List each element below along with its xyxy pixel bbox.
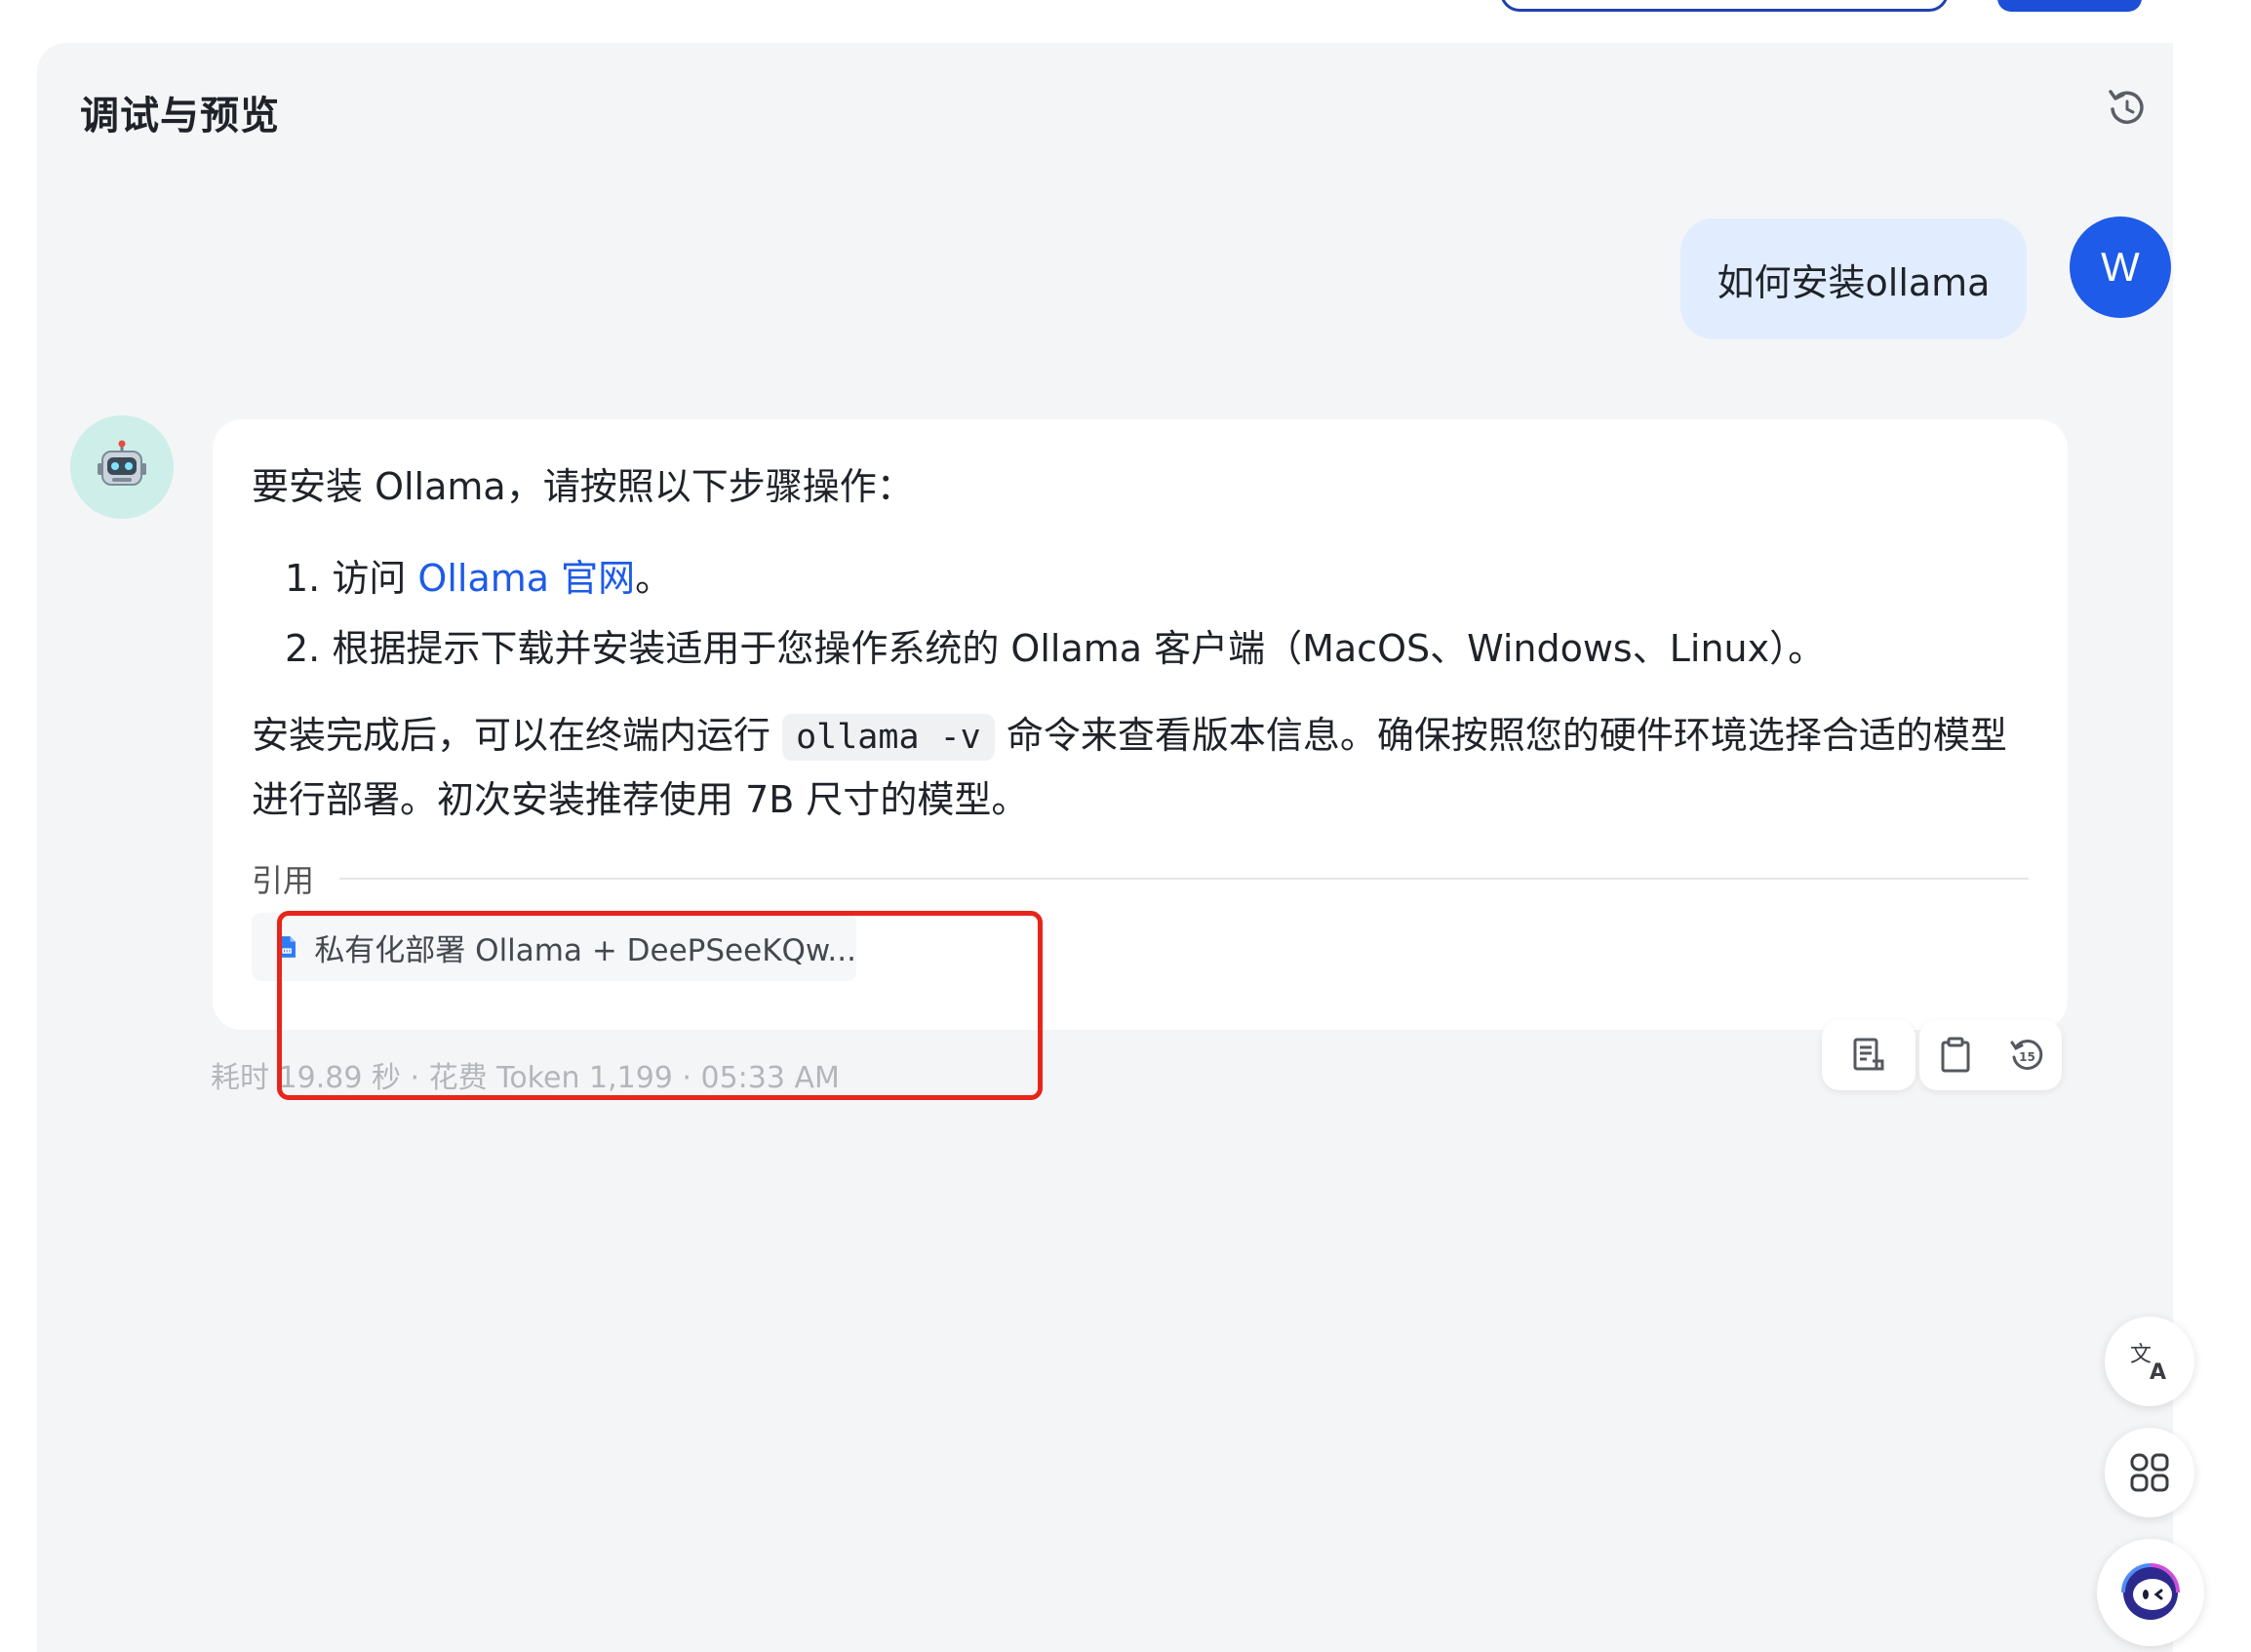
- step-2: 2. 根据提示下载并安装适用于您操作系统的 Ollama 客户端（MacOS、W…: [285, 627, 1826, 670]
- citation-divider: [339, 878, 2029, 880]
- apps-button[interactable]: [2105, 1428, 2194, 1517]
- user-message-text: 如何安装ollama: [1717, 260, 1991, 304]
- svg-text:15: 15: [2019, 1050, 2035, 1064]
- clipboard-icon[interactable]: [1936, 1036, 1975, 1075]
- user-avatar-initial: W: [2101, 244, 2140, 290]
- message-actions: 15: [1919, 1020, 2062, 1090]
- doc-icon: [1853, 1038, 1884, 1071]
- bot-avatar: [70, 415, 174, 519]
- top-outline-button[interactable]: [1500, 0, 1949, 12]
- translate-icon: 文 A: [2130, 1343, 2166, 1385]
- refresh-icon[interactable]: [2103, 84, 2152, 133]
- translate-button[interactable]: 文 A: [2105, 1317, 2194, 1406]
- top-primary-button[interactable]: [1997, 0, 2142, 12]
- history-15-icon[interactable]: 15: [2007, 1036, 2046, 1075]
- view-document-button[interactable]: [1822, 1020, 1915, 1090]
- citation-document-chip[interactable]: 私有化部署 Ollama + DeePSeeKQw...: [252, 913, 856, 981]
- assistant-icon: [2121, 1563, 2180, 1620]
- doc-icon: [279, 936, 296, 958]
- citation-document-name: 私有化部署 Ollama + DeePSeeKQw...: [314, 932, 856, 968]
- user-message-bubble: 如何安装ollama: [1680, 218, 2027, 339]
- svg-text:A: A: [2150, 1360, 2166, 1385]
- bot-intro-text: 要安装 Ollama，请按照以下步骤操作：: [252, 465, 914, 508]
- apps-icon: [2130, 1453, 2169, 1492]
- user-avatar[interactable]: W: [2070, 216, 2171, 318]
- step-1: 1. 访问 Ollama 官网。: [285, 548, 672, 602]
- bot-paragraph: 安装完成后，可以在终端内运行 ollama -v 命令来查看版本信息。确保按照您…: [252, 704, 2036, 831]
- step-1-suffix: 。: [635, 557, 673, 600]
- inline-code: ollama -v: [782, 714, 995, 761]
- bot-message-card: 要安装 Ollama，请按照以下步骤操作： 1. 访问 Ollama 官网。 2…: [213, 419, 2068, 1030]
- citation-label: 引用: [252, 862, 315, 899]
- svg-text:文: 文: [2130, 1343, 2152, 1367]
- response-meta: 耗时 19.89 秒 · 花费 Token 1,199 · 05:33 AM: [211, 1061, 840, 1095]
- panel-title: 调试与预览: [80, 94, 280, 138]
- ollama-website-link[interactable]: Ollama 官网: [417, 557, 635, 600]
- step-1-prefix: 1. 访问: [285, 557, 418, 600]
- para-before-code: 安装完成后，可以在终端内运行: [252, 714, 783, 757]
- debug-preview-panel: 调试与预览 如何安装ollama W 要安装 Ollama，请按照以下步骤操作：: [37, 43, 2173, 1652]
- robot-icon: [98, 440, 146, 486]
